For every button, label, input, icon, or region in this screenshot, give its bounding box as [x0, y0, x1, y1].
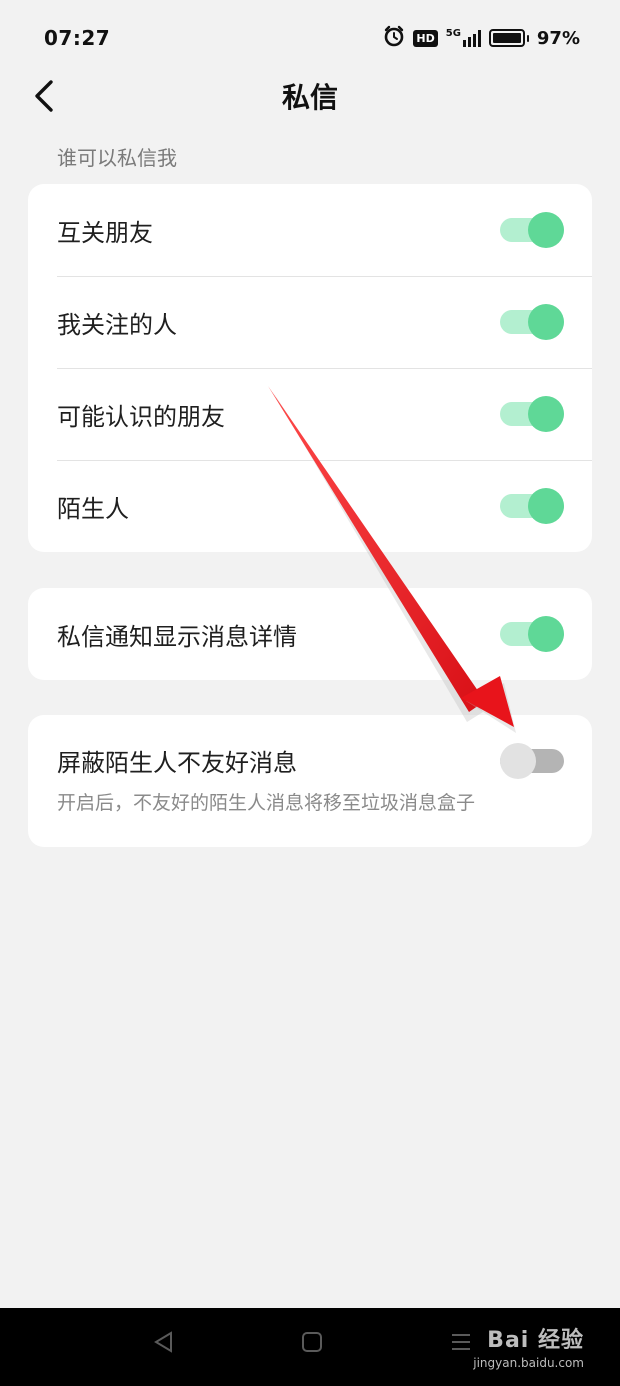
battery-icon: [488, 29, 529, 47]
alarm-icon: [383, 25, 405, 52]
watermark: Bai 经验 jingyan.baidu.com: [473, 1322, 584, 1370]
block-unfriendly-card: 屏蔽陌生人不友好消息 开启后，不友好的陌生人消息将移至垃圾消息盒子: [28, 715, 592, 847]
setting-row-notification-detail: 私信通知显示消息详情: [28, 588, 592, 680]
setting-description: 开启后，不友好的陌生人消息将移至垃圾消息盒子: [57, 792, 476, 814]
who-can-message-card: 互关朋友 我关注的人 可能认识的朋友 陌生人: [28, 184, 592, 552]
back-triangle-icon[interactable]: [152, 1330, 176, 1358]
chevron-left-icon: [35, 80, 53, 112]
setting-row-following: 我关注的人: [28, 276, 592, 368]
setting-label: 互关朋友: [57, 218, 153, 247]
toggle-block-unfriendly[interactable]: [500, 741, 564, 781]
setting-label: 可能认识的朋友: [57, 402, 225, 431]
toggle-following[interactable]: [500, 302, 564, 342]
setting-label: 私信通知显示消息详情: [57, 622, 297, 651]
setting-row-strangers: 陌生人: [28, 460, 592, 552]
status-icons: HD 5G 97%: [383, 25, 580, 52]
section-label: 谁可以私信我: [57, 146, 177, 170]
toggle-strangers[interactable]: [500, 486, 564, 526]
setting-label: 我关注的人: [57, 310, 177, 339]
setting-row-may-know: 可能认识的朋友: [28, 368, 592, 460]
home-square-icon[interactable]: [300, 1330, 324, 1358]
status-bar: 07:27 HD 5G 97%: [0, 0, 620, 76]
nav-header: 私信: [0, 68, 620, 124]
hd-icon: HD: [413, 29, 438, 47]
setting-row-block-unfriendly: 屏蔽陌生人不友好消息 开启后，不友好的陌生人消息将移至垃圾消息盒子: [28, 715, 592, 847]
toggle-mutual-friends[interactable]: [500, 210, 564, 250]
status-time: 07:27: [44, 26, 111, 50]
setting-row-mutual-friends: 互关朋友: [28, 184, 592, 276]
notification-detail-card: 私信通知显示消息详情: [28, 588, 592, 680]
watermark-brand: Bai 经验: [487, 1328, 584, 1353]
battery-percent: 97%: [536, 27, 580, 49]
page-title: 私信: [281, 81, 338, 114]
toggle-may-know[interactable]: [500, 394, 564, 434]
5g-signal-icon: 5G: [446, 29, 481, 47]
network-type-label: 5G: [445, 28, 461, 39]
toggle-notification-detail[interactable]: [500, 614, 564, 654]
menu-icon[interactable]: [450, 1330, 472, 1358]
back-button[interactable]: [24, 74, 64, 118]
bottom-nav-bar: Bai 经验 jingyan.baidu.com: [0, 1308, 620, 1386]
setting-label: 陌生人: [57, 494, 129, 523]
watermark-url: jingyan.baidu.com: [473, 1356, 584, 1370]
